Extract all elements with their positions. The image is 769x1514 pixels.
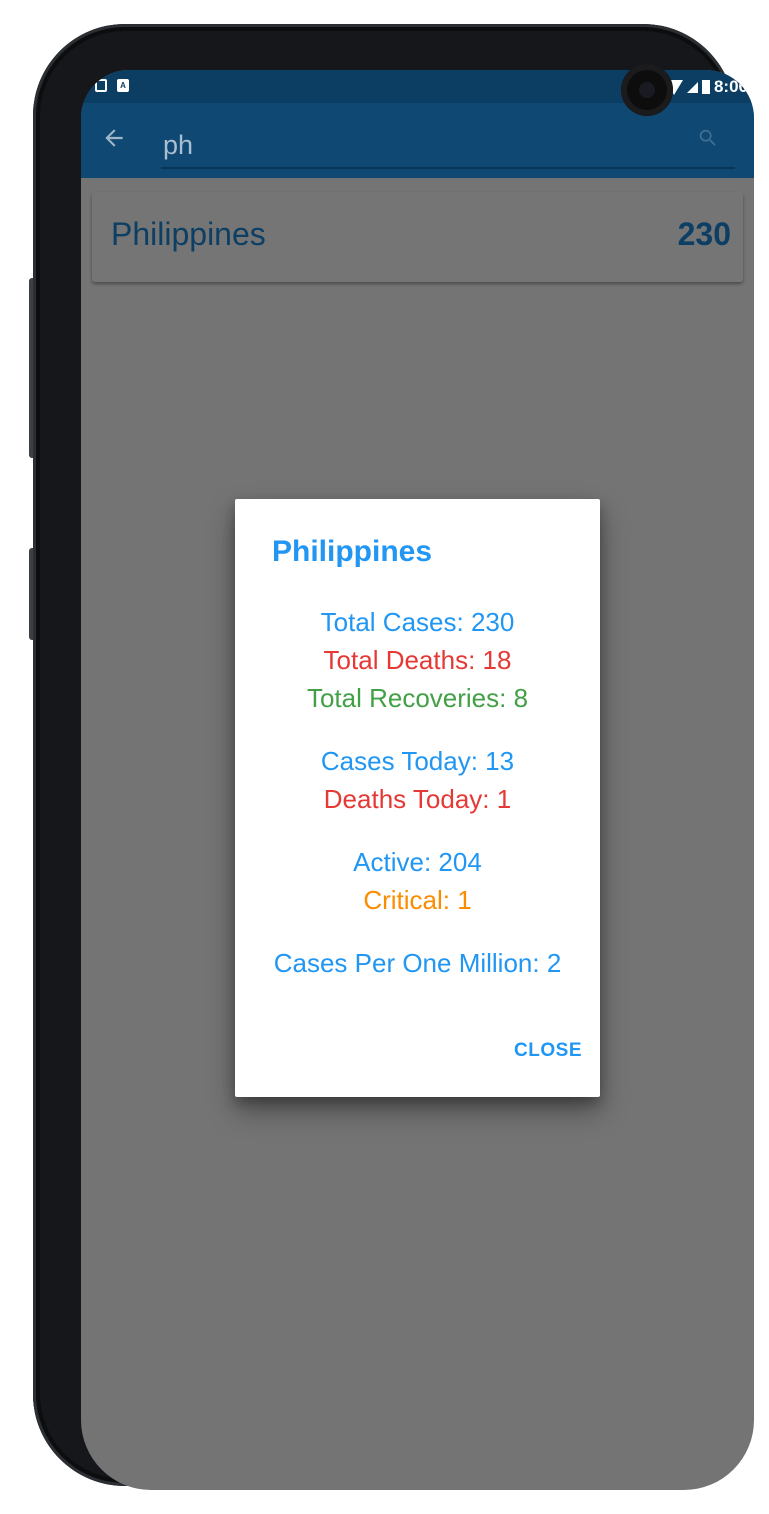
dialog-stats: Total Cases: 230 Total Deaths: 18 Total … bbox=[235, 603, 600, 982]
back-arrow-icon[interactable] bbox=[101, 125, 127, 151]
status-time: 8:00 bbox=[713, 77, 748, 96]
phone-frame: A 8:00 Philippines 230 P bbox=[33, 24, 754, 1490]
dialog-title: Philippines bbox=[272, 535, 433, 568]
front-camera bbox=[621, 64, 673, 116]
search-field bbox=[161, 115, 737, 169]
deaths-today: Deaths Today: 1 bbox=[323, 784, 512, 814]
battery-icon bbox=[701, 80, 710, 94]
search-input[interactable] bbox=[161, 115, 737, 169]
cases-per-million: Cases Per One Million: 2 bbox=[273, 948, 562, 978]
total-cases: Total Cases: 230 bbox=[320, 607, 515, 637]
a-notification-icon: A bbox=[117, 79, 129, 92]
active-group: Active: 204 Critical: 1 bbox=[235, 843, 600, 919]
image-notification-icon bbox=[95, 79, 107, 92]
active-cases: Active: 204 bbox=[353, 847, 482, 877]
country-name: Philippines bbox=[111, 216, 266, 252]
country-case-count: 230 bbox=[677, 216, 731, 252]
totals-group: Total Cases: 230 Total Deaths: 18 Total … bbox=[235, 603, 600, 717]
close-button[interactable]: CLOSE bbox=[514, 1040, 582, 1062]
today-group: Cases Today: 13 Deaths Today: 1 bbox=[235, 742, 600, 818]
phone-screen: A 8:00 Philippines 230 P bbox=[81, 70, 754, 1490]
critical-cases: Critical: 1 bbox=[363, 885, 472, 915]
total-recoveries: Total Recoveries: 8 bbox=[306, 683, 529, 713]
signal-icon bbox=[686, 81, 698, 93]
country-result-row[interactable]: Philippines 230 bbox=[92, 192, 743, 282]
cases-today: Cases Today: 13 bbox=[320, 746, 515, 776]
total-deaths: Total Deaths: 18 bbox=[323, 645, 512, 675]
search-icon[interactable] bbox=[697, 127, 719, 149]
country-details-dialog: Philippines Total Cases: 230 Total Death… bbox=[235, 499, 600, 1097]
